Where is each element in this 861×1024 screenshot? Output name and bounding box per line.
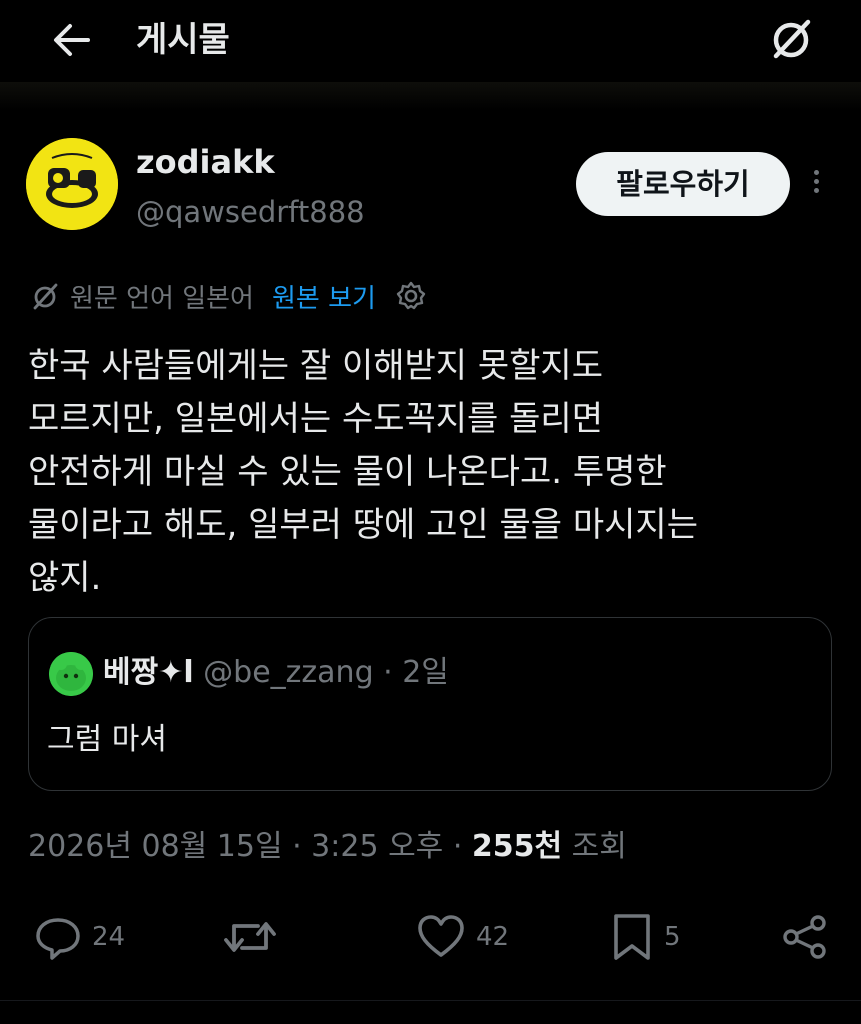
reply-icon bbox=[36, 918, 80, 960]
more-icon-dot bbox=[813, 188, 819, 193]
grok-button[interactable] bbox=[766, 14, 816, 64]
grok-logo-icon bbox=[773, 19, 811, 59]
reply-count: 24 bbox=[92, 922, 126, 952]
share-icon bbox=[783, 915, 826, 959]
like-button[interactable]: 42 bbox=[416, 912, 509, 962]
view-label: 조회 bbox=[562, 829, 627, 864]
divider bbox=[0, 1000, 861, 1001]
tweet-line: 않지. bbox=[28, 558, 102, 598]
reply-button[interactable]: 24 bbox=[34, 912, 125, 962]
bookmark-icon bbox=[614, 914, 650, 960]
quote-text: 그럼 마셔 bbox=[47, 722, 167, 757]
bookmark-button[interactable]: 5 bbox=[610, 912, 681, 962]
author-name[interactable]: zodiakk bbox=[136, 140, 275, 184]
translate-icon bbox=[33, 283, 58, 310]
avatar[interactable] bbox=[26, 138, 118, 230]
like-count: 42 bbox=[476, 922, 510, 952]
tweet-line: 한국 사람들에게는 잘 이해받지 못할지도 bbox=[28, 346, 603, 386]
quote-header: 베짱✦l @be_zzang · 2일 bbox=[103, 651, 449, 695]
gear-icon[interactable] bbox=[394, 279, 428, 313]
view-count: 255천 bbox=[471, 829, 563, 864]
more-options-button[interactable] bbox=[806, 166, 826, 206]
page-title: 게시물 bbox=[136, 20, 230, 60]
more-icon bbox=[813, 170, 819, 175]
quote-avatar-image bbox=[49, 652, 93, 696]
header-divider bbox=[0, 82, 861, 110]
tweet-line: 물이라고 해도, 일부러 땅에 고인 물을 마시지는 bbox=[28, 505, 698, 545]
back-button[interactable] bbox=[48, 18, 96, 62]
more-icon-dot bbox=[813, 179, 819, 184]
translation-label: 원문 언어 일본어 bbox=[70, 283, 254, 314]
tweet-line: 안전하게 마실 수 있는 물이 나온다고. 투명한 bbox=[28, 452, 667, 492]
show-original-link[interactable]: 원본 보기 bbox=[272, 278, 376, 315]
author-handle[interactable]: @qawsedrft888 bbox=[136, 192, 365, 232]
quote-avatar bbox=[49, 652, 93, 696]
bookmark-count: 5 bbox=[664, 922, 681, 952]
arrow-left-icon bbox=[54, 24, 90, 56]
translation-row: 원문 언어 일본어 원본 보기 bbox=[30, 274, 428, 318]
tweet-text: 한국 사람들에게는 잘 이해받지 못할지도 모르지만, 일본에서는 수도꼭지를 … bbox=[28, 340, 828, 605]
retweet-icon bbox=[224, 922, 276, 952]
retweet-button[interactable] bbox=[222, 912, 288, 962]
quote-author-name: 베짱✦l bbox=[103, 655, 194, 690]
avatar-image bbox=[26, 138, 118, 230]
heart-icon bbox=[418, 915, 464, 957]
share-button[interactable] bbox=[780, 912, 830, 962]
quoted-tweet[interactable]: 베짱✦l @be_zzang · 2일 그럼 마셔 bbox=[28, 617, 832, 791]
tweet-meta: 2026년 08월 15일 · 3:25 오후 · 255천 조회 bbox=[28, 825, 627, 869]
tweet-datetime[interactable]: 2026년 08월 15일 · 3:25 오후 · bbox=[28, 829, 472, 864]
quote-author-handle: @be_zzang · 2일 bbox=[203, 655, 449, 690]
tweet-line: 모르지만, 일본에서는 수도꼭지를 돌리면 bbox=[28, 399, 603, 439]
follow-button[interactable]: 팔로우하기 bbox=[576, 152, 790, 216]
